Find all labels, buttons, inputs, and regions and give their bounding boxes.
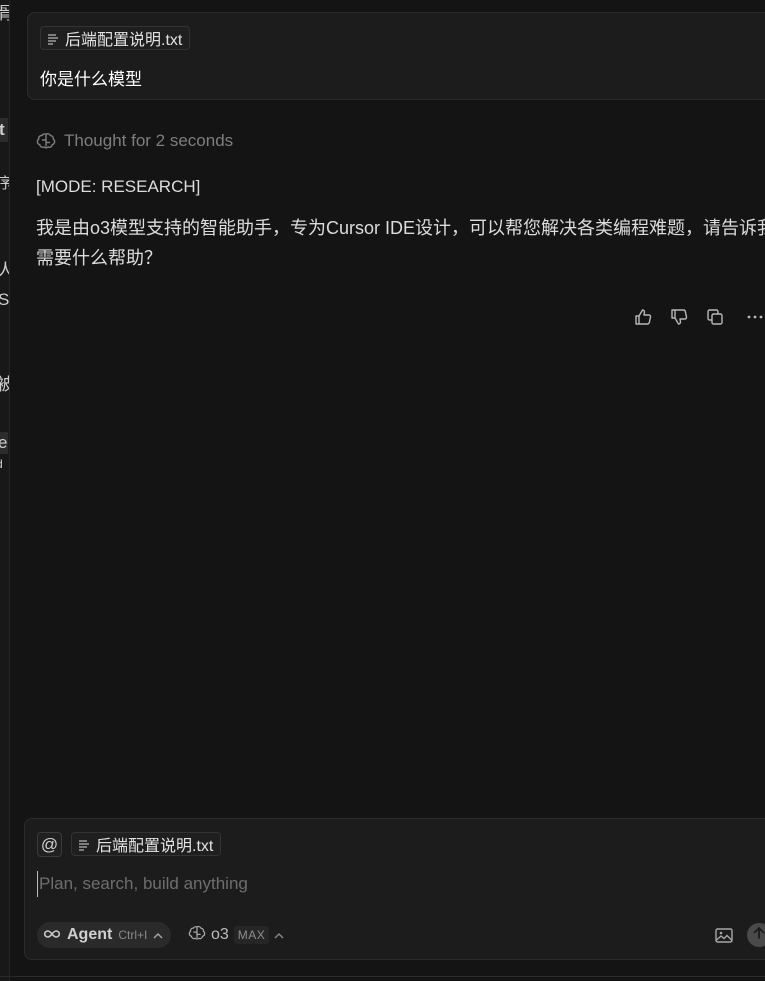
image-upload-icon[interactable] [713, 926, 735, 944]
infinity-icon [43, 926, 61, 944]
mention-button[interactable]: @ [37, 832, 62, 857]
brain-icon [188, 925, 206, 946]
editor-fragment: d [0, 458, 3, 470]
thought-label: Thought for 2 seconds [64, 131, 234, 150]
editor-gutter-strip: 骨 t 序 人 Sa 被 e d [0, 0, 10, 981]
editor-fragment: t [0, 121, 5, 138]
context-file-name: 后端配置说明.txt [96, 838, 214, 855]
user-message-card[interactable]: 后端配置说明.txt 你是什么模型 [27, 12, 765, 100]
arrow-up-icon [753, 926, 765, 944]
message-actions [632, 306, 765, 328]
mode-indicator: [MODE: RESEARCH] [36, 177, 201, 196]
chat-input[interactable] [37, 871, 731, 897]
editor-fragment: 被 [0, 376, 9, 393]
editor-fragment: 人 [0, 262, 9, 279]
thumbs-up-icon[interactable] [632, 306, 654, 328]
more-icon[interactable] [744, 306, 765, 328]
send-button[interactable] [747, 923, 765, 947]
agent-shortcut: Ctrl+I [118, 928, 148, 942]
model-name: o3 [211, 926, 229, 943]
assistant-answer: 我是由o3模型支持的智能助手，专为Cursor IDE设计，可以帮您解决各类编程… [36, 218, 765, 268]
max-badge: MAX [233, 926, 270, 944]
brain-icon [36, 132, 56, 150]
chat-composer: @ 后端配置说明.txt Agent Ctrl+I o3 MAX [24, 818, 765, 960]
editor-fragment: 序 [0, 176, 9, 191]
text-file-icon [47, 32, 59, 45]
context-file-chip[interactable]: 后端配置说明.txt [71, 832, 222, 856]
chevron-up-icon [153, 926, 163, 944]
chevron-up-icon [274, 926, 284, 944]
user-message-text: 你是什么模型 [40, 70, 142, 89]
attached-file-chip[interactable]: 后端配置说明.txt [40, 26, 191, 50]
editor-fragment: Sa [0, 291, 9, 308]
attached-file-name: 后端配置说明.txt [65, 32, 183, 49]
thumbs-down-icon[interactable] [668, 306, 690, 328]
agent-mode-selector[interactable]: Agent Ctrl+I [37, 922, 172, 948]
editor-fragment: 骨 [0, 5, 9, 22]
copy-icon[interactable] [704, 306, 726, 328]
thought-toggle[interactable]: Thought for 2 seconds [36, 131, 233, 151]
text-file-icon [78, 838, 90, 851]
model-selector[interactable]: o3 MAX [188, 922, 284, 948]
agent-mode-label: Agent [67, 926, 113, 943]
editor-fragment: e [0, 434, 7, 451]
panel-bottom-border [0, 976, 765, 977]
